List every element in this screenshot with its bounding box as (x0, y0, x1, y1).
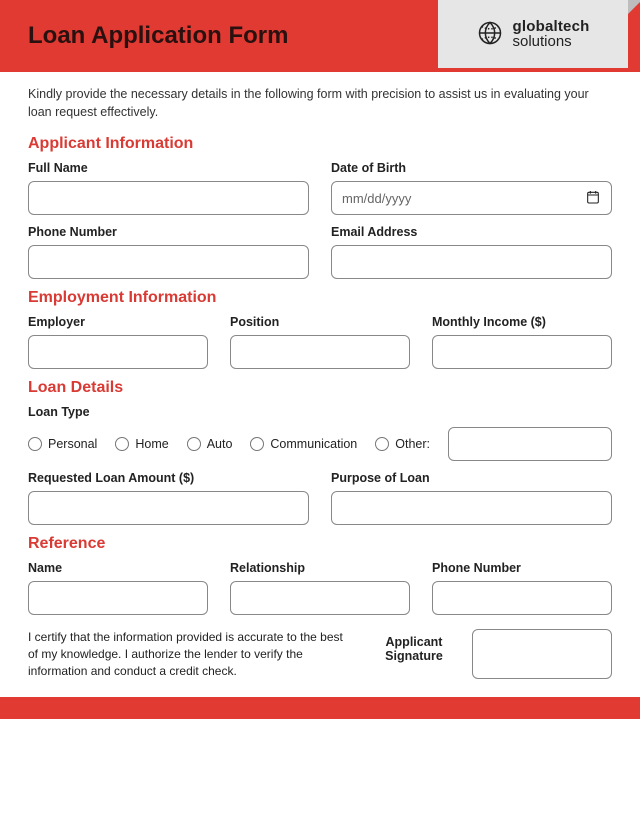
radio-personal-label: Personal (48, 437, 97, 451)
dob-input[interactable]: mm/dd/yyyy (331, 181, 612, 215)
radio-home[interactable]: Home (115, 437, 168, 451)
loan-amount-input[interactable] (28, 491, 309, 525)
intro-text: Kindly provide the necessary details in … (28, 86, 612, 121)
employer-input[interactable] (28, 335, 208, 369)
brand-line1: globaltech (512, 19, 589, 34)
radio-communication[interactable]: Communication (250, 437, 357, 451)
label-full-name: Full Name (28, 161, 309, 175)
radio-other[interactable]: Other: (375, 437, 430, 451)
ref-phone-input[interactable] (432, 581, 612, 615)
radio-auto-label: Auto (207, 437, 233, 451)
position-input[interactable] (230, 335, 410, 369)
dob-placeholder: mm/dd/yyyy (342, 191, 411, 206)
section-employment-title: Employment Information (28, 289, 612, 307)
certification-text: I certify that the information provided … (28, 629, 356, 679)
radio-auto[interactable]: Auto (187, 437, 233, 451)
brand-logo-box: globaltech solutions (438, 0, 628, 68)
radio-communication-label: Communication (270, 437, 357, 451)
brand-line2: solutions (512, 34, 589, 49)
label-email: Email Address (331, 225, 612, 239)
ref-relationship-input[interactable] (230, 581, 410, 615)
email-input[interactable] (331, 245, 612, 279)
radio-home-label: Home (135, 437, 168, 451)
header-bar: Loan Application Form globaltech solutio… (0, 0, 640, 72)
label-loan-purpose: Purpose of Loan (331, 471, 612, 485)
label-ref-phone: Phone Number (432, 561, 612, 575)
label-ref-relationship: Relationship (230, 561, 410, 575)
other-loan-type-input[interactable] (448, 427, 612, 461)
loan-purpose-input[interactable] (331, 491, 612, 525)
section-loan-title: Loan Details (28, 379, 612, 397)
globe-icon (476, 19, 504, 50)
label-loan-type: Loan Type (28, 405, 612, 419)
label-income: Monthly Income ($) (432, 315, 612, 329)
section-applicant-title: Applicant Information (28, 135, 612, 153)
label-dob: Date of Birth (331, 161, 612, 175)
label-position: Position (230, 315, 410, 329)
radio-personal[interactable]: Personal (28, 437, 97, 451)
income-input[interactable] (432, 335, 612, 369)
phone-input[interactable] (28, 245, 309, 279)
page-title: Loan Application Form (28, 22, 288, 50)
full-name-input[interactable] (28, 181, 309, 215)
signature-input[interactable] (472, 629, 612, 679)
signature-label: Applicant Signature (374, 629, 454, 663)
label-phone: Phone Number (28, 225, 309, 239)
label-ref-name: Name (28, 561, 208, 575)
ref-name-input[interactable] (28, 581, 208, 615)
loan-type-group: Personal Home Auto Communication Other: (28, 427, 612, 461)
brand-text: globaltech solutions (512, 19, 589, 49)
label-loan-amount: Requested Loan Amount ($) (28, 471, 309, 485)
label-employer: Employer (28, 315, 208, 329)
footer-bar (0, 697, 640, 719)
calendar-icon (585, 189, 601, 208)
section-reference-title: Reference (28, 535, 612, 553)
radio-other-label: Other: (395, 437, 430, 451)
